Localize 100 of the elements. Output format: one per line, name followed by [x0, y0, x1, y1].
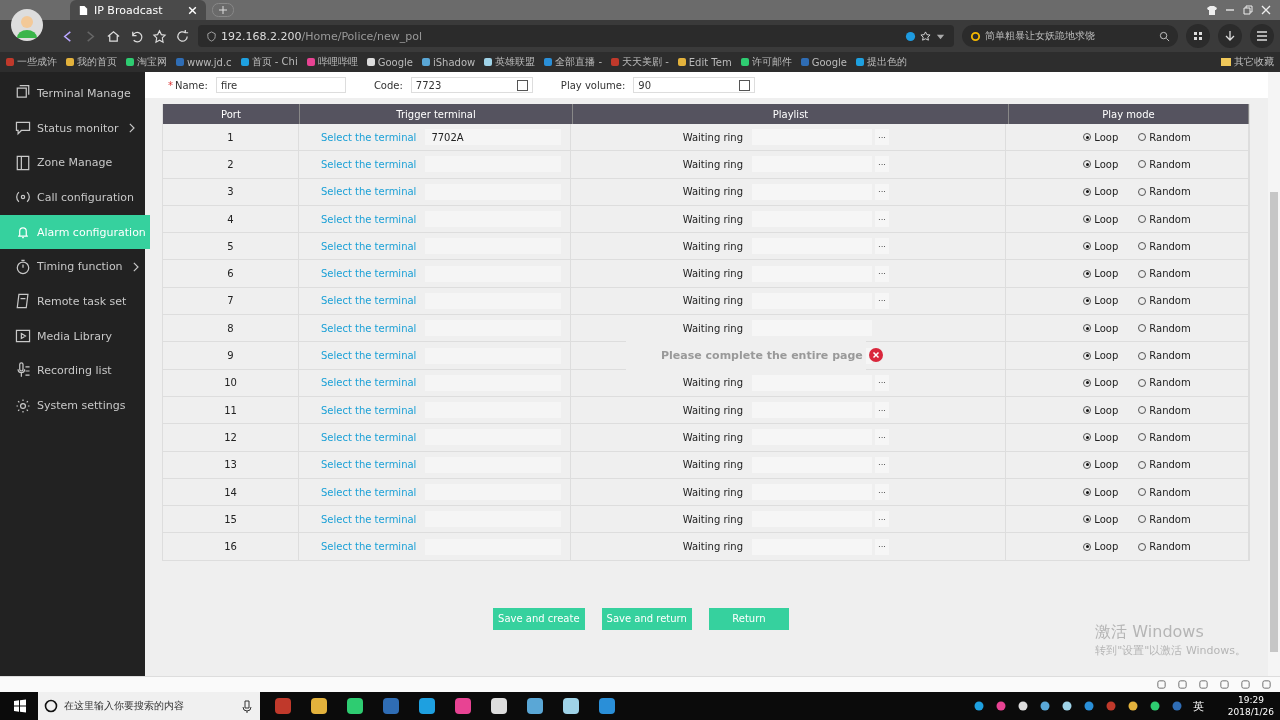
bookmark-link[interactable]: 英雄联盟	[484, 55, 536, 69]
mode-radio[interactable]: Random	[1138, 541, 1191, 553]
mode-radio[interactable]: Random	[1138, 158, 1191, 170]
menu-icon[interactable]	[1250, 24, 1274, 48]
mode-radio[interactable]: Random	[1138, 377, 1191, 389]
input-method-indicator[interactable]: 英	[1192, 698, 1204, 714]
mode-radio[interactable]: Loop	[1083, 213, 1119, 225]
browse-button[interactable]: ···	[875, 211, 889, 228]
shirt-icon[interactable]	[1206, 5, 1218, 15]
mode-radio[interactable]: Random	[1138, 486, 1191, 498]
bookmark-link[interactable]: 我的首页	[66, 55, 117, 69]
mode-radio[interactable]: Loop	[1083, 431, 1119, 443]
browse-button[interactable]: ···	[875, 538, 889, 555]
volume-select[interactable]: 90	[633, 77, 756, 93]
mode-radio[interactable]: Random	[1138, 431, 1191, 443]
sidebar-item[interactable]: Zone Manage	[0, 145, 145, 181]
browse-button[interactable]: ···	[875, 456, 889, 473]
browse-button[interactable]: ···	[875, 238, 889, 255]
status-icon[interactable]	[1156, 679, 1167, 690]
bookmark-link[interactable]: www.jd.c	[176, 56, 232, 68]
mode-radio[interactable]: Random	[1138, 350, 1191, 361]
browse-button[interactable]: ···	[875, 374, 889, 391]
search-field[interactable]: 简单粗暴让女妖跪地求饶	[962, 25, 1178, 47]
taskbar-app-icon[interactable]	[489, 696, 509, 716]
status-icon[interactable]	[1261, 679, 1272, 690]
bookmark-link[interactable]: Google	[800, 56, 847, 68]
close-icon[interactable]	[1260, 5, 1272, 15]
tray-icon[interactable]	[1148, 700, 1161, 712]
terminal-field[interactable]: 7702A	[425, 129, 562, 146]
mode-radio[interactable]: Loop	[1083, 158, 1119, 170]
mode-radio[interactable]: Loop	[1083, 350, 1119, 361]
browse-button[interactable]: ···	[875, 484, 889, 500]
bookmark-link[interactable]: 许可邮件	[740, 55, 792, 69]
bookmark-link[interactable]: 哔哩哔哩	[306, 55, 358, 69]
mode-radio[interactable]: Random	[1138, 186, 1191, 198]
sidebar-item[interactable]: Timing function	[0, 249, 145, 285]
tray-icon[interactable]	[1038, 700, 1051, 712]
taskbar-app-icon[interactable]	[561, 696, 581, 716]
bookmark-folder[interactable]: 其它收藏	[1221, 55, 1274, 69]
tray-icon[interactable]	[1016, 700, 1029, 712]
sidebar-item[interactable]: Terminal Manage	[0, 76, 145, 111]
bookmark-link[interactable]: iShadow	[421, 56, 476, 68]
mode-radio[interactable]: Loop	[1083, 541, 1119, 553]
browse-button[interactable]: ···	[875, 183, 889, 200]
mode-radio[interactable]: Loop	[1083, 131, 1119, 143]
sidebar-item[interactable]: Recording list	[0, 353, 145, 389]
tray-icon[interactable]	[972, 700, 985, 712]
status-icon[interactable]	[1177, 679, 1188, 690]
bookmark-link[interactable]: 首页 - Chi	[240, 55, 298, 69]
browse-button[interactable]: ···	[875, 511, 889, 528]
taskbar-app-icon[interactable]	[309, 696, 329, 716]
restore-icon[interactable]	[1242, 5, 1254, 15]
status-icon[interactable]	[1219, 679, 1230, 690]
bookmark-link[interactable]: 天天美剧 -	[611, 55, 669, 69]
mode-radio[interactable]: Random	[1138, 295, 1191, 307]
mode-radio[interactable]: Loop	[1083, 322, 1119, 334]
mode-radio[interactable]: Loop	[1083, 459, 1119, 471]
bookmark-link[interactable]: 一些成许	[6, 55, 57, 69]
grid-icon[interactable]	[1186, 24, 1210, 48]
mode-radio[interactable]: Loop	[1083, 186, 1119, 198]
tray-icon[interactable]	[1126, 700, 1139, 712]
bookmark-link[interactable]: Google	[366, 56, 413, 68]
browse-button[interactable]: ···	[875, 429, 889, 446]
mode-radio[interactable]: Random	[1138, 213, 1191, 225]
taskbar-search-field[interactable]: 在这里输入你要搜索的内容	[38, 692, 260, 720]
tray-icon[interactable]	[1060, 700, 1073, 712]
status-icon[interactable]	[1198, 679, 1209, 690]
browse-button[interactable]: ···	[875, 156, 889, 173]
code-select[interactable]: 7723	[410, 77, 533, 93]
clock-time[interactable]: 19:29	[1237, 694, 1264, 706]
bookmark-link[interactable]: 淘宝网	[126, 55, 167, 69]
mode-radio[interactable]: Loop	[1083, 486, 1119, 498]
browse-button[interactable]: ···	[875, 265, 889, 282]
mode-radio[interactable]: Loop	[1083, 513, 1119, 525]
browser-engine-icon[interactable]	[905, 30, 916, 42]
mode-radio[interactable]: Random	[1138, 322, 1191, 334]
sidebar-item[interactable]: Remote task set	[0, 284, 145, 319]
sidebar-item[interactable]: System settings	[0, 388, 145, 423]
mode-radio[interactable]: Random	[1138, 404, 1191, 416]
status-icon[interactable]	[1240, 679, 1251, 690]
taskbar-app-icon[interactable]	[417, 696, 437, 716]
sidebar-item[interactable]: Status monitor	[0, 110, 145, 146]
reload-icon[interactable]	[175, 28, 190, 44]
mode-radio[interactable]: Loop	[1083, 404, 1119, 416]
bookmark-link[interactable]: Edit Tem	[677, 56, 732, 68]
name-field[interactable]: fire	[215, 77, 346, 93]
sidebar-item[interactable]: Call configuration	[0, 180, 145, 215]
mode-radio[interactable]: Loop	[1083, 268, 1119, 280]
windows-start-icon[interactable]	[12, 698, 28, 714]
taskbar-app-icon[interactable]	[345, 696, 365, 716]
home-icon[interactable]	[106, 28, 121, 44]
mode-radio[interactable]: Loop	[1083, 295, 1119, 307]
browse-button[interactable]: ···	[875, 292, 889, 309]
bookmark-link[interactable]: 全部直播 -	[544, 55, 602, 69]
mode-radio[interactable]: Random	[1138, 240, 1191, 252]
close-icon[interactable]	[187, 4, 198, 16]
taskbar-app-icon[interactable]	[525, 696, 545, 716]
mode-radio[interactable]: Random	[1138, 131, 1191, 143]
mode-radio[interactable]: Loop	[1083, 377, 1119, 389]
search-icon[interactable]	[1159, 30, 1170, 42]
